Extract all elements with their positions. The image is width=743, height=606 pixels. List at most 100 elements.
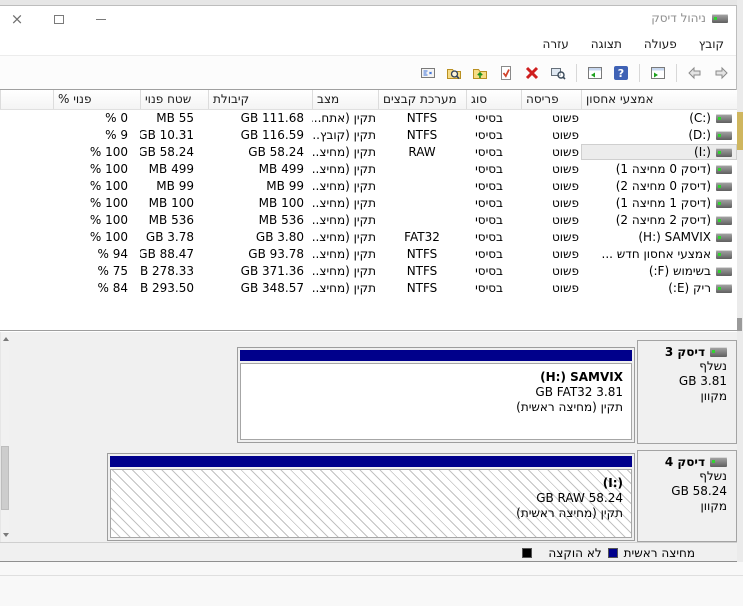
cell-fs: [378, 161, 466, 178]
disk3-volume-box[interactable]: (H:) SAMVIX 3.81 GB FAT32 תקין (מחיצה רא…: [240, 363, 632, 440]
cell-type: בסיסי: [475, 111, 503, 125]
cell-spacer: [0, 212, 53, 229]
column-header-capacity[interactable]: קיבולת: [208, 90, 312, 109]
table-row[interactable]: (דיסק 2 מחיצה 2) פשוט בסיסי תקין (מחיצ... 53…: [0, 212, 737, 229]
column-header-type[interactable]: סוג: [466, 90, 521, 109]
cell-type: בסיסי: [475, 230, 503, 244]
cell-capacity: 58.24 GB: [248, 145, 304, 159]
table-row[interactable]: (דיסק 0 מחיצה 1) פשוט בסיסי תקין (מחיצ... 49…: [0, 161, 737, 178]
cell-layout: פשוט: [551, 213, 579, 227]
cell-pct: 100 %: [89, 179, 128, 193]
cell-fs: NTFS: [406, 264, 438, 278]
cell-capacity: 348.57 GB: [240, 281, 304, 295]
minimize-icon[interactable]: [92, 10, 110, 28]
column-header-name[interactable]: אמצעי אחסון: [581, 90, 737, 109]
help-icon[interactable]: ?: [610, 61, 632, 85]
cell-pct: 9 %: [105, 128, 128, 142]
maximize-icon[interactable]: [50, 10, 68, 28]
cell-layout: פשוט: [551, 196, 579, 210]
cell-spacer: [0, 110, 53, 127]
cell-capacity: 3.80 GB: [255, 230, 304, 244]
cell-capacity: 99 MB: [266, 179, 304, 193]
table-row[interactable]: (דיסק 0 מחיצה 2) פשוט בסיסי תקין (מחיצ... 99…: [0, 178, 737, 195]
cell-pct: 75 %: [97, 264, 129, 278]
disk-graphical-pane: דיסק 3 נשלף 3.81 GB מקוון (H:) SAMVIX 3.…: [0, 332, 737, 542]
arrow-back-icon[interactable]: [684, 61, 706, 85]
column-header-spacer[interactable]: [0, 90, 53, 109]
column-header-free[interactable]: שטח פנוי: [140, 90, 208, 109]
cell-layout: פשוט: [551, 128, 579, 142]
table-row[interactable]: (D:) פשוט בסיסי NTFS תקין (קובץ... 116.59 GB 1…: [0, 127, 737, 144]
background-artifact: [0, 562, 743, 606]
table-row[interactable]: (C:) פשוט בסיסי NTFS תקין (אתח... 111.68 GB 55…: [0, 110, 737, 127]
drive-icon: [716, 266, 732, 276]
properties-dialog-icon[interactable]: [417, 61, 439, 85]
disk-icon: [710, 457, 727, 467]
cell-layout: פשוט: [551, 281, 579, 295]
background-artifact: [0, 575, 743, 576]
cell-pct: 100 %: [89, 145, 128, 159]
volume-detail: 58.24 GB RAW: [536, 491, 623, 505]
toolbar-separator: [576, 63, 577, 82]
disk4-size: 58.24 GB: [671, 484, 727, 498]
folder-up-icon[interactable]: [469, 61, 491, 85]
folder-search-icon[interactable]: [443, 61, 465, 85]
column-header-pct[interactable]: פנוי %: [53, 90, 140, 109]
table-row[interactable]: ריק (E:) פשוט בסיסי NTFS תקין (מחיצ... 348.57…: [0, 280, 737, 297]
column-header-fs[interactable]: מערכת קבצים: [378, 90, 466, 109]
table-row[interactable]: (H:) SAMVIX פשוט בסיסי FAT32 תקין (מחיצ... 3.…: [0, 229, 737, 246]
window-console-tree-icon[interactable]: [647, 61, 669, 85]
disk3-header-panel[interactable]: דיסק 3 נשלף 3.81 GB מקוון: [637, 340, 737, 444]
drive-icon: [716, 198, 732, 208]
cell-spacer: [0, 195, 53, 212]
cell-fs: NTFS: [406, 111, 438, 125]
column-header-status[interactable]: מצב: [312, 90, 378, 109]
scroll-down-icon[interactable]: [1, 528, 10, 541]
toolbar-separator: [676, 63, 677, 82]
cell-name: (C:): [581, 110, 737, 127]
menu-file[interactable]: קובץ: [699, 37, 724, 51]
menu-view[interactable]: תצוגה: [591, 37, 622, 51]
cell-capacity: 371.36 GB: [240, 264, 304, 278]
window-action-pane-icon[interactable]: [584, 61, 606, 85]
close-icon[interactable]: ×: [8, 10, 26, 28]
scrollbar-thumb[interactable]: [1, 446, 9, 510]
drive-icon: [716, 249, 732, 259]
computer-search-icon[interactable]: [547, 61, 569, 85]
disk3-volume-bar[interactable]: (H:) SAMVIX 3.81 GB FAT32 תקין (מחיצה רא…: [237, 347, 635, 443]
cell-pct: 100 %: [89, 213, 128, 227]
table-row[interactable]: בשימוש (F:) פשוט בסיסי NTFS תקין (מחיצ... 371…: [0, 263, 737, 280]
volume-name: (H:) SAMVIX: [540, 370, 623, 384]
document-check-icon[interactable]: [495, 61, 517, 85]
arrow-forward-icon[interactable]: [710, 61, 732, 85]
menu-help[interactable]: עזרה: [543, 37, 569, 51]
table-row[interactable]: (I:) פשוט בסיסי RAW תקין (מחיצ... 58.24 GB 58.…: [0, 144, 737, 161]
menu-action[interactable]: פעולה: [644, 37, 677, 51]
vertical-scrollbar[interactable]: [0, 332, 9, 542]
cell-status: תקין (מחיצ...: [312, 196, 376, 210]
legend-primary-label: מחיצה ראשית: [623, 546, 695, 560]
disk4-volume-box-selected[interactable]: (I:) 58.24 GB RAW תקין (מחיצה ראשית): [110, 469, 632, 538]
disk4-status: מקוון: [700, 499, 727, 513]
delete-x-icon[interactable]: [521, 61, 543, 85]
cell-free: 278.33 GB: [140, 264, 194, 278]
legend-bar: לא הוקצה מחיצה ראשית: [0, 542, 737, 561]
cell-type: בסיסי: [475, 281, 503, 295]
disk4-media-type: נשלף: [699, 469, 727, 483]
cell-name: (דיסק 1 מחיצה 1): [581, 195, 737, 212]
column-header-layout[interactable]: פריסה: [521, 90, 581, 109]
cell-free: 55 MB: [156, 111, 194, 125]
cell-status: תקין (מחיצ...: [312, 247, 376, 261]
scroll-up-icon[interactable]: [1, 332, 10, 345]
table-header: אמצעי אחסון פריסה סוג מערכת קבצים מצב קיבולת ש…: [0, 90, 737, 110]
table-row[interactable]: אמצעי אחסון חדש ... פשוט בסיסי NTFS תקין (מח…: [0, 246, 737, 263]
cell-name: בשימוש (F:): [581, 263, 737, 280]
cell-type: בסיסי: [475, 145, 503, 159]
cell-free: 58.24 GB: [140, 145, 194, 159]
cell-name: (I:): [581, 144, 737, 161]
legend-unallocated-label: לא הוקצה: [548, 546, 602, 560]
disk4-header-panel[interactable]: דיסק 4 נשלף 58.24 GB מקוון: [637, 450, 737, 542]
disk4-volume-bar[interactable]: (I:) 58.24 GB RAW תקין (מחיצה ראשית): [107, 453, 635, 541]
cell-capacity: 536 MB: [258, 213, 304, 227]
table-row[interactable]: (דיסק 1 מחיצה 1) פשוט בסיסי תקין (מחיצ... 10…: [0, 195, 737, 212]
